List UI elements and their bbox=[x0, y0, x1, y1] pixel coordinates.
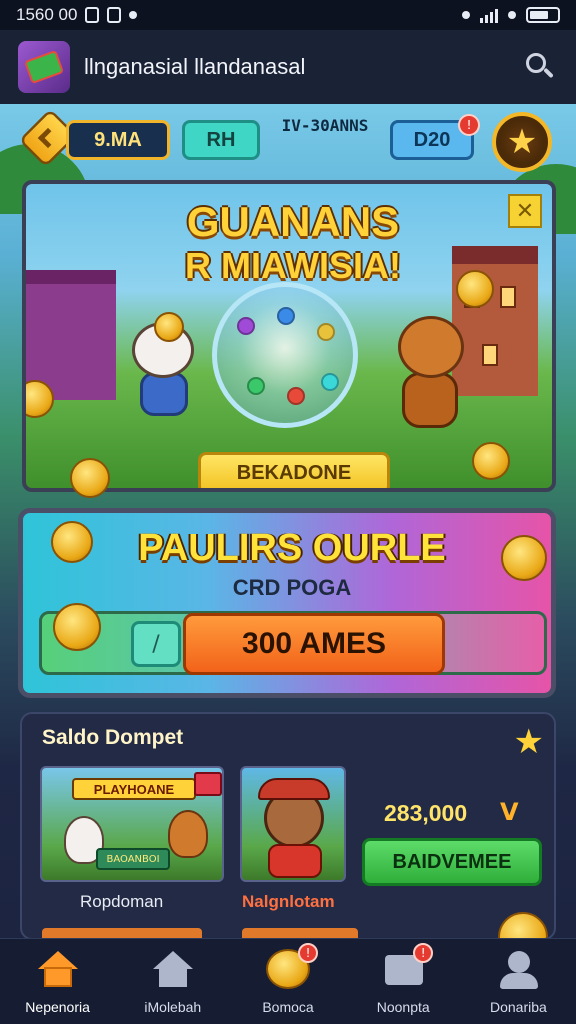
hud-caption-text: IV-30ANNS bbox=[281, 116, 369, 135]
coin-decoration bbox=[51, 521, 93, 563]
close-icon[interactable]: ✕ bbox=[508, 194, 542, 228]
sticker-icon bbox=[194, 772, 222, 796]
main-event-banner[interactable]: GUANANS R MIAWISIA! ✕ BEKADONE bbox=[22, 180, 556, 492]
user-icon bbox=[496, 947, 540, 991]
wallet-balance: 283,000 bbox=[384, 800, 468, 826]
coin-decoration bbox=[154, 312, 184, 342]
nav-item-coins[interactable]: ! Bomoca bbox=[230, 939, 345, 1024]
wallet-action-button[interactable]: BAIDVEMEE bbox=[362, 838, 542, 886]
game-plate: BAOANBOI bbox=[96, 848, 170, 870]
battery-icon bbox=[526, 7, 560, 23]
coin-decoration bbox=[472, 442, 510, 480]
wallet-panel: Saldo Dompet ★ PLAYHOANE BAOANBOI Ropdom… bbox=[20, 712, 556, 940]
nav-label: iMolebah bbox=[144, 999, 202, 1015]
app-bar: llnganasial llandanasal bbox=[0, 30, 576, 104]
app-logo-icon bbox=[18, 41, 70, 93]
level-value: RH bbox=[206, 128, 236, 151]
ticket-icon[interactable]: / bbox=[131, 621, 181, 667]
status-right-icons bbox=[462, 7, 560, 23]
status-bar: 1560 00 bbox=[0, 0, 576, 30]
nav-item-house[interactable]: iMolebah bbox=[115, 939, 230, 1024]
signal-icon bbox=[480, 7, 498, 23]
promo-banner[interactable]: PAULIRS OURLE CRD POGA / 300 AMES bbox=[18, 508, 556, 698]
nav-item-folder[interactable]: ! Noonpta bbox=[346, 939, 461, 1024]
star-icon[interactable]: ★ bbox=[492, 112, 552, 172]
status-left-icons bbox=[85, 7, 138, 23]
home-icon bbox=[36, 947, 80, 991]
game-logo: PLAYHOANE bbox=[72, 778, 196, 800]
star-icon: ★ bbox=[513, 722, 544, 762]
wifi-icon bbox=[508, 11, 516, 19]
notification-badge: ! bbox=[298, 943, 318, 963]
fox-character bbox=[168, 810, 208, 858]
coin-decoration bbox=[498, 912, 548, 938]
nav-label: Nepenoria bbox=[25, 999, 90, 1015]
bottom-nav: Nepenoria iMolebah ! Bomoca ! Noonpta Do… bbox=[0, 938, 576, 1024]
coin-decoration bbox=[70, 458, 110, 498]
chart-icon bbox=[107, 7, 122, 23]
alarm-icon bbox=[462, 11, 470, 19]
game-card-label: Nalgnlotam bbox=[242, 892, 335, 911]
coin-decoration bbox=[501, 535, 547, 581]
gem-orb-image bbox=[212, 282, 358, 428]
dot-icon bbox=[129, 11, 138, 19]
nav-item-profile[interactable]: Donariba bbox=[461, 939, 576, 1024]
currency-value: 9.MA bbox=[94, 128, 142, 151]
search-icon[interactable] bbox=[522, 49, 558, 85]
hud-notification-badge: ! bbox=[458, 114, 480, 136]
wallet-balance-suffix: V bbox=[500, 798, 519, 826]
nav-label: Noonpta bbox=[376, 999, 430, 1015]
nav-label: Donariba bbox=[490, 999, 547, 1015]
notification-badge: ! bbox=[413, 943, 434, 963]
game-card[interactable]: PLAYHOANE BAOANBOI bbox=[40, 766, 224, 882]
wallet-title: Saldo Dompet bbox=[42, 726, 184, 749]
event-action-button[interactable]: BEKADONE bbox=[198, 452, 390, 488]
game-card[interactable] bbox=[240, 766, 346, 882]
gem-value: D20 bbox=[413, 128, 451, 151]
coin-decoration bbox=[456, 270, 494, 308]
coin-decoration bbox=[26, 380, 54, 418]
promo-action-button[interactable]: 300 AMES bbox=[183, 613, 445, 675]
house-icon bbox=[151, 947, 195, 991]
folder-icon: ! bbox=[381, 943, 434, 991]
coin-decoration bbox=[53, 603, 101, 651]
currency-pill-left[interactable]: 9.MA bbox=[66, 120, 170, 160]
bear-body bbox=[268, 844, 322, 878]
event-title-line1: GUANANS bbox=[186, 198, 400, 245]
status-time: 1560 00 bbox=[16, 5, 78, 24]
sim-icon bbox=[85, 7, 100, 23]
hud-caption: IV-30ANNS bbox=[270, 116, 380, 135]
level-pill[interactable]: RH bbox=[182, 120, 260, 160]
nav-label: Bomoca bbox=[262, 999, 314, 1015]
app-title: llnganasial llandanasal bbox=[84, 54, 306, 79]
hat-icon bbox=[258, 778, 330, 800]
game-card-label: Ropdoman bbox=[80, 892, 164, 911]
coin-icon: ! bbox=[266, 943, 318, 991]
promo-title: PAULIRS OURLE bbox=[138, 527, 446, 569]
fox-character bbox=[382, 316, 482, 440]
promo-subtitle: CRD POGA bbox=[232, 575, 352, 600]
nav-item-home[interactable]: Nepenoria bbox=[0, 939, 115, 1024]
